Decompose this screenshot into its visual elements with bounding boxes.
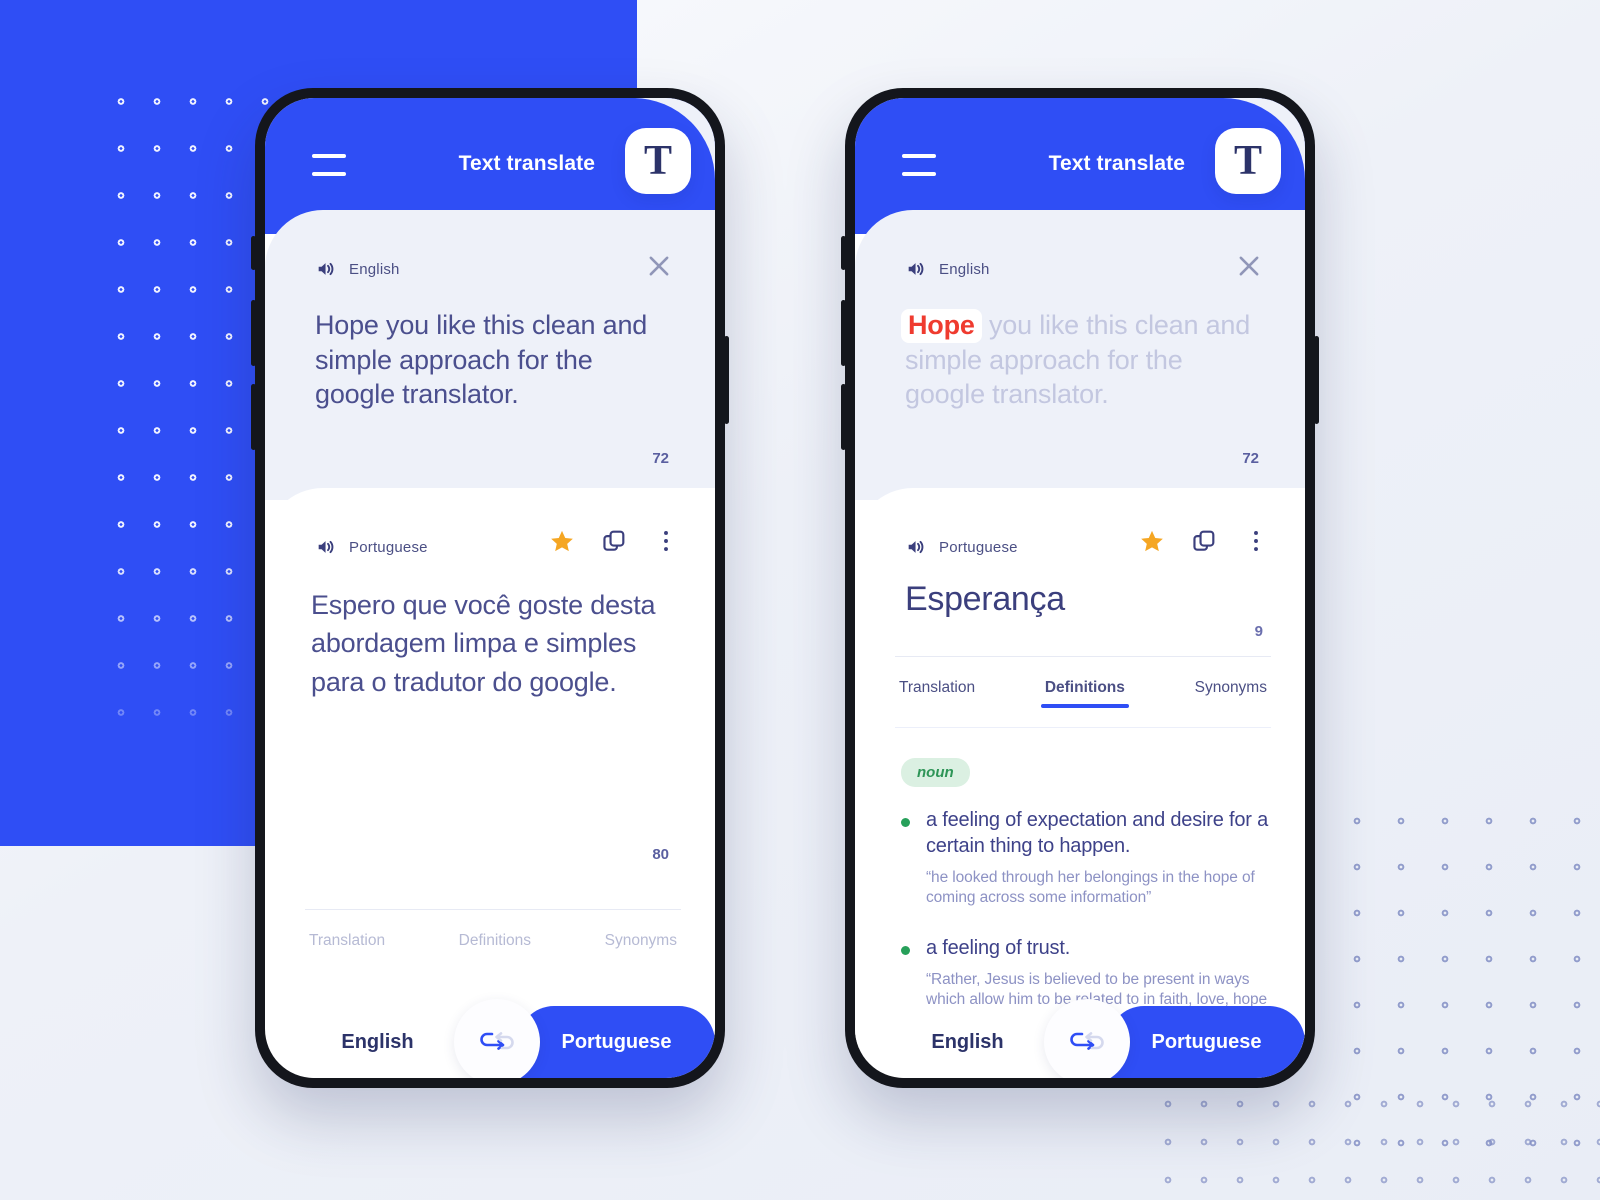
page-title: Text translate	[1048, 152, 1185, 175]
speaker-icon[interactable]	[905, 536, 927, 558]
more-options-icon[interactable]	[1243, 528, 1269, 554]
target-card-actions	[1139, 528, 1269, 554]
result-tabs: Translation Definitions Synonyms	[305, 909, 681, 960]
more-options-icon[interactable]	[653, 528, 679, 554]
source-text[interactable]: Hope you like this clean and simple appr…	[901, 308, 1261, 412]
speaker-icon[interactable]	[905, 258, 927, 280]
definition-item: a feeling of expectation and desire for …	[901, 807, 1275, 909]
source-char-count: 72	[1242, 450, 1259, 467]
target-language-button[interactable]: Portuguese	[1108, 1006, 1305, 1078]
language-switch-bar: English Portuguese	[279, 999, 715, 1078]
target-text-card: Portuguese Espero que você goste desta a…	[265, 488, 715, 1022]
highlighted-word[interactable]: Hope	[901, 309, 982, 343]
phone-mockup-translate: Text translate T English Hope you like t…	[251, 88, 729, 1088]
target-language-label: Portuguese	[939, 538, 1018, 556]
translated-text: Espero que você goste desta abordagem li…	[311, 590, 656, 697]
definition-meaning: a feeling of expectation and desire for …	[926, 809, 1269, 857]
hamburger-menu-icon[interactable]	[312, 154, 346, 176]
phone-power-button[interactable]	[1314, 336, 1319, 424]
source-language-label: English	[939, 260, 990, 278]
tab-definitions[interactable]: Definitions	[455, 932, 535, 960]
swap-arrows-icon[interactable]	[1044, 999, 1130, 1078]
dot-pattern-bottom	[1150, 1085, 1600, 1195]
target-char-count: 80	[652, 846, 669, 863]
speaker-icon[interactable]	[315, 536, 337, 558]
speaker-icon[interactable]	[315, 258, 337, 280]
source-char-count: 72	[652, 450, 669, 467]
hamburger-menu-icon[interactable]	[902, 154, 936, 176]
header-row: Text translate T	[855, 128, 1305, 198]
source-language-button[interactable]: English	[279, 1006, 476, 1078]
logo-letter: T	[643, 138, 672, 184]
phone-power-button[interactable]	[724, 336, 729, 424]
phone2-screen: Text translate T English Hope you like t…	[855, 98, 1305, 1078]
target-language-button[interactable]: Portuguese	[518, 1006, 715, 1078]
tab-definitions[interactable]: Definitions	[1040, 679, 1130, 708]
page-title: Text translate	[458, 152, 595, 175]
definition-example: “he looked through her belongings in the…	[926, 869, 1255, 907]
bullet-icon	[901, 945, 910, 955]
star-icon[interactable]	[1139, 528, 1165, 554]
source-text[interactable]: Hope you like this clean and simple appr…	[315, 308, 671, 412]
phone-volume-down-button[interactable]	[841, 384, 846, 450]
source-text-card: English Hope you like this clean and sim…	[265, 210, 715, 500]
phone1-screen: Text translate T English Hope you like t…	[265, 98, 715, 1078]
target-language-label: Portuguese	[349, 538, 428, 556]
translated-word: Esperança	[905, 580, 1065, 618]
definitions-card: Portuguese Esperança 9 Translation Defin…	[855, 488, 1305, 1048]
result-tabs: Translation Definitions Synonyms	[895, 656, 1271, 728]
language-switch-bar: English Portuguese	[869, 999, 1305, 1078]
screenshot-canvas: Text translate T English Hope you like t…	[0, 0, 1600, 1200]
phone-volume-down-button[interactable]	[251, 384, 256, 450]
close-icon[interactable]	[1235, 252, 1263, 280]
header-row: Text translate T	[265, 128, 715, 198]
phone-volume-up-button[interactable]	[841, 300, 846, 366]
source-language-button[interactable]: English	[869, 1006, 1066, 1078]
definition-meaning: a feeling of trust.	[926, 936, 1071, 959]
phone-volume-up-button[interactable]	[251, 300, 256, 366]
app-logo: T	[625, 128, 691, 194]
app-logo: T	[1215, 128, 1281, 194]
target-char-count: 9	[1254, 623, 1263, 640]
phone-mute-button[interactable]	[251, 236, 256, 270]
logo-letter: T	[1233, 138, 1262, 184]
source-card-header: English	[315, 254, 675, 284]
copy-icon[interactable]	[601, 528, 627, 554]
star-icon[interactable]	[549, 528, 575, 554]
tab-synonyms[interactable]: Synonyms	[1191, 679, 1271, 707]
bullet-icon	[901, 818, 910, 827]
close-icon[interactable]	[645, 252, 673, 280]
source-text-card: English Hope you like this clean and sim…	[855, 210, 1305, 500]
tab-translation[interactable]: Translation	[305, 932, 389, 960]
target-card-actions	[549, 528, 679, 554]
dot-pattern-left	[103, 78, 273, 738]
phone-mockup-definitions: Text translate T English Hope you like t…	[841, 88, 1319, 1088]
swap-arrows-icon[interactable]	[454, 999, 540, 1078]
part-of-speech-badge: noun	[901, 758, 970, 787]
phone-mute-button[interactable]	[841, 236, 846, 270]
tab-translation[interactable]: Translation	[895, 679, 979, 707]
copy-icon[interactable]	[1191, 528, 1217, 554]
tab-synonyms[interactable]: Synonyms	[601, 932, 681, 960]
source-language-label: English	[349, 260, 400, 278]
source-card-header: English	[905, 254, 1265, 284]
